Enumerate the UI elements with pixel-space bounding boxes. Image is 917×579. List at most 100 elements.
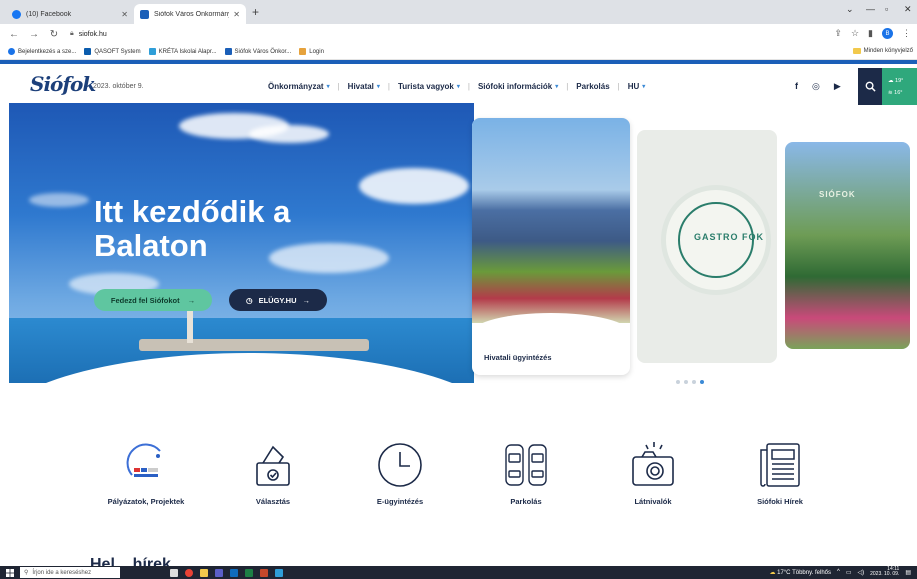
bookmark-item[interactable]: KRÉTA Iskolai Alapr... (148, 48, 217, 55)
slider-dot-active[interactable] (700, 380, 704, 384)
all-bookmarks-folder[interactable]: Minden könyvjelző (852, 48, 913, 54)
facebook-icon (12, 9, 21, 19)
teams-icon[interactable] (215, 568, 223, 577)
powerpoint-icon[interactable] (260, 568, 268, 577)
window-close-button[interactable]: ✕ (904, 4, 912, 15)
projects-logo-icon (124, 440, 168, 490)
youtube-icon[interactable]: ▶ (834, 81, 841, 92)
bookmark-icon (84, 48, 92, 55)
chevron-down-icon[interactable]: ⌄ (846, 4, 854, 15)
volume-icon[interactable]: ◁) (858, 569, 865, 576)
weather-temp-day: ☁ 19° (888, 77, 904, 84)
task-view-icon[interactable] (170, 568, 178, 577)
chevron-up-icon[interactable]: ^ (837, 569, 840, 575)
quicklink-siofoki-hirek[interactable]: Siófoki Hírek (735, 440, 825, 507)
nav-turista-vagyok[interactable]: Turista vagyok ▾ (398, 82, 460, 91)
pier (139, 339, 369, 351)
close-icon[interactable]: ✕ (121, 10, 128, 19)
quicklink-palyazatok[interactable]: Pályázatok, Projektek (101, 440, 191, 507)
photos-icon[interactable] (275, 568, 283, 577)
star-icon[interactable]: ☆ (851, 28, 859, 39)
card-gastrofok[interactable]: GASTRO FOK (637, 130, 777, 363)
slider-dot[interactable] (676, 380, 680, 384)
facebook-icon[interactable]: f (795, 81, 798, 92)
nav-onkormanyzat[interactable]: Önkormányzat ▾ (268, 82, 330, 91)
camera-icon (628, 440, 678, 490)
parking-cars-icon (501, 440, 551, 490)
gastrofok-text: GASTRO FOK (694, 232, 764, 242)
bookmarks-bar: Bejelentkezés a sze... QASOFT System KRÉ… (0, 44, 917, 60)
windows-start-button[interactable] (0, 568, 20, 577)
sidepanel-icon[interactable]: ▮ (868, 28, 873, 39)
network-icon[interactable]: ▭ (846, 569, 852, 576)
chevron-down-icon: ▾ (555, 84, 559, 90)
arrow-right-icon: → (187, 295, 196, 305)
discover-siofok-button[interactable]: Fedezd fel Siófokot → (94, 289, 212, 311)
new-tab-button[interactable]: + (252, 5, 259, 19)
card-caption: Hivatali ügyintézés (484, 353, 552, 362)
social-links: f ◎ ▶ (795, 81, 841, 92)
quicklink-valasztas[interactable]: Választás (228, 440, 318, 507)
notifications-icon[interactable]: ▤ (905, 569, 911, 576)
taskbar-clock[interactable]: 14:11 2023. 10. 09. (870, 567, 899, 577)
arrow-right-icon: → (302, 295, 310, 305)
outlook-icon[interactable] (230, 568, 238, 577)
search-button[interactable] (858, 68, 882, 105)
windows-taskbar: ⚲ Írjon ide a kereséshez ☁ 17°C Többny. … (0, 566, 917, 579)
slider-dots (676, 380, 704, 384)
weather-temp-night: ≋ 16° (888, 89, 903, 96)
browser-tab-bar: (10) Facebook ✕ Siófok Város Önkormányza… (0, 0, 917, 24)
nav-parkolas[interactable]: Parkolás (576, 82, 609, 91)
slider-dot[interactable] (692, 380, 696, 384)
bookmark-item[interactable]: QASOFT System (84, 48, 141, 55)
chevron-down-icon: ▾ (326, 84, 330, 90)
elugy-button[interactable]: ◷ ELÜGY.HU → (229, 289, 327, 311)
card-siofok-garden[interactable]: SIÓFOK (785, 142, 910, 349)
weather-icon: ☁ (769, 569, 776, 576)
weather-widget[interactable]: ☁ 19° ≋ 16° (882, 68, 917, 105)
maximize-button[interactable]: ▫ (885, 4, 888, 14)
taskbar-apps (170, 568, 283, 577)
quicklink-e-ugyintezes[interactable]: E-ügyintézés (355, 440, 445, 507)
avatar[interactable]: B (882, 28, 893, 39)
taskbar-search[interactable]: ⚲ Írjon ide a kereséshez (20, 567, 120, 578)
siofok-favicon-icon (140, 9, 149, 19)
bookmark-item[interactable]: Siófok Város Önkor... (224, 48, 291, 55)
weather-tray[interactable]: ☁ 17°C Többny. felhős (769, 569, 831, 576)
url-field[interactable]: 🔒︎ siofok.hu (70, 30, 107, 38)
site-logo[interactable]: Siófok (30, 72, 96, 96)
chevron-down-icon: ▾ (642, 84, 646, 90)
quicklink-latnivalok[interactable]: Látnivalók (608, 440, 698, 507)
site-header: Siófok 2023. október 9. Önkormányzat ▾ | … (0, 60, 917, 105)
nav-siofoki-informaciok[interactable]: Siófoki információk ▾ (478, 82, 558, 91)
chrome-icon[interactable] (185, 568, 193, 577)
tab-siofok[interactable]: Siófok Város Önkormányzata - ... ✕ (134, 4, 246, 24)
back-arrow-icon[interactable]: ← (8, 29, 20, 40)
forward-arrow-icon[interactable]: → (28, 29, 40, 40)
tab-facebook[interactable]: (10) Facebook ✕ (6, 4, 134, 24)
slider-dot[interactable] (684, 380, 688, 384)
menu-kebab-icon[interactable]: ⋮ (902, 28, 911, 39)
chevron-down-icon: ▾ (376, 84, 380, 90)
search-icon: ⚲ (24, 570, 29, 576)
system-tray: ☁ 17°C Többny. felhős ^ ▭ ◁) 14:11 2023.… (769, 567, 911, 577)
bookmark-item[interactable]: Bejelentkezés a sze... (8, 48, 76, 55)
instagram-icon[interactable]: ◎ (812, 81, 820, 92)
bookmark-icon (8, 48, 15, 55)
card-hivatali-ugyintezes[interactable]: Hivatali ügyintézés (472, 118, 630, 375)
minimize-button[interactable]: — (866, 4, 875, 14)
bookmark-item[interactable]: Login (299, 48, 324, 55)
address-bar: ← → ↻ 🔒︎ siofok.hu ⇪ ☆ ▮ B ⋮ (0, 24, 917, 44)
current-date: 2023. október 9. (93, 83, 144, 90)
quicklink-parkolas[interactable]: Parkolás (481, 440, 571, 507)
url-text: siofok.hu (78, 30, 107, 38)
reload-icon[interactable]: ↻ (48, 29, 60, 40)
garden-sign: SIÓFOK (819, 190, 856, 199)
share-icon[interactable]: ⇪ (834, 28, 842, 39)
file-explorer-icon[interactable] (200, 568, 208, 577)
excel-icon[interactable] (245, 568, 253, 577)
close-icon[interactable]: ✕ (233, 10, 240, 19)
language-selector[interactable]: HU ▾ (628, 82, 646, 91)
nav-hivatal[interactable]: Hivatal ▾ (348, 82, 380, 91)
bookmark-icon (299, 48, 307, 55)
